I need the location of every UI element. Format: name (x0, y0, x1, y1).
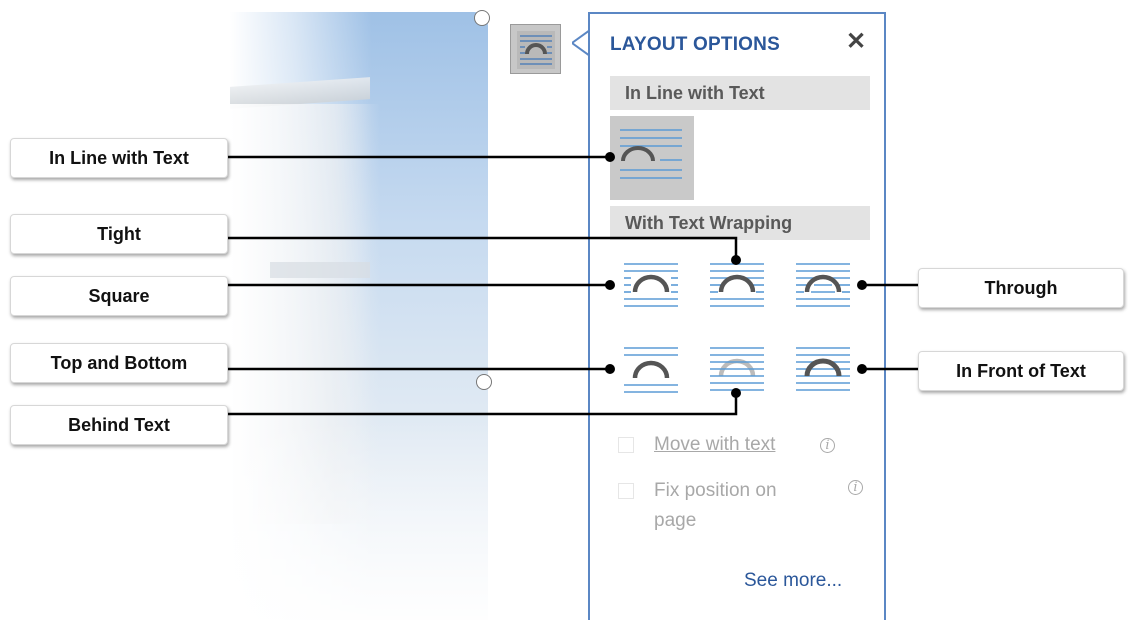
connector-dot-square (605, 280, 615, 290)
connector-dot-behind (731, 388, 741, 398)
connector-dot-through (857, 280, 867, 290)
callout-in-line-with-text: In Line with Text (10, 138, 228, 178)
callout-square: Square (10, 276, 228, 316)
callout-top-and-bottom: Top and Bottom (10, 343, 228, 383)
callout-through: Through (918, 268, 1124, 308)
callout-in-front-of-text: In Front of Text (918, 351, 1124, 391)
callout-behind-text: Behind Text (10, 405, 228, 445)
connector-dot-top-bottom (605, 364, 615, 374)
callout-tight: Tight (10, 214, 228, 254)
connector-dot-in-front (857, 364, 867, 374)
connector-dot-tight (731, 255, 741, 265)
connector-dot-inline (605, 152, 615, 162)
